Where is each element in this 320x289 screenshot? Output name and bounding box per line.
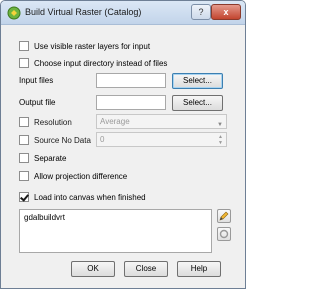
separate-checkbox[interactable] xyxy=(19,153,29,163)
source-nodata-spinbox[interactable]: 0 ▲ ▼ xyxy=(96,132,227,147)
input-files-label: Input files xyxy=(19,76,54,85)
command-textarea[interactable]: gdalbuildvrt xyxy=(19,209,212,253)
title-close-button[interactable]: x xyxy=(211,4,241,20)
output-file-label: Output file xyxy=(19,98,56,107)
allow-projection-label: Allow projection difference xyxy=(34,171,128,181)
use-visible-layers-row[interactable]: Use visible raster layers for input xyxy=(19,39,150,53)
source-nodata-checkbox[interactable] xyxy=(19,135,29,145)
load-canvas-checkbox[interactable] xyxy=(19,192,29,202)
source-nodata-row[interactable]: Source No Data xyxy=(19,133,91,147)
spinner-arrows-icon: ▲ ▼ xyxy=(218,134,223,146)
use-visible-layers-label: Use visible raster layers for input xyxy=(34,41,151,51)
chevron-down-icon: ▼ xyxy=(217,122,223,128)
title-bar[interactable]: Build Virtual Raster (Catalog) ? x xyxy=(1,1,245,25)
ok-button[interactable]: OK xyxy=(71,261,115,277)
choose-directory-label: Choose input directory instead of files xyxy=(34,58,168,68)
output-select-button[interactable]: Select... xyxy=(172,95,223,111)
load-canvas-row[interactable]: Load into canvas when finished xyxy=(19,190,146,204)
title-help-button[interactable]: ? xyxy=(191,4,211,20)
allow-projection-row[interactable]: Allow projection difference xyxy=(19,169,127,183)
help-button[interactable]: Help xyxy=(177,261,221,277)
load-canvas-label: Load into canvas when finished xyxy=(34,192,146,202)
use-visible-layers-checkbox[interactable] xyxy=(19,41,29,51)
edit-command-button[interactable] xyxy=(217,209,231,223)
window-title: Build Virtual Raster (Catalog) xyxy=(25,7,142,17)
input-files-field[interactable] xyxy=(96,73,166,88)
resolution-value: Average xyxy=(100,117,130,126)
pencil-icon xyxy=(219,211,229,221)
reset-icon xyxy=(219,229,229,239)
allow-projection-checkbox[interactable] xyxy=(19,171,29,181)
choose-directory-checkbox[interactable] xyxy=(19,58,29,68)
input-select-button[interactable]: Select... xyxy=(172,73,223,89)
dialog-window: Build Virtual Raster (Catalog) ? x Use v… xyxy=(0,0,246,289)
separate-label: Separate xyxy=(34,153,67,163)
reset-command-button[interactable] xyxy=(217,227,231,241)
resolution-select[interactable]: Average ▼ xyxy=(96,114,227,129)
output-file-field[interactable] xyxy=(96,95,166,110)
source-nodata-label: Source No Data xyxy=(34,135,91,145)
resolution-checkbox[interactable] xyxy=(19,117,29,127)
resolution-row[interactable]: Resolution xyxy=(19,115,72,129)
choose-directory-row[interactable]: Choose input directory instead of files xyxy=(19,56,167,70)
close-button[interactable]: Close xyxy=(124,261,168,277)
source-nodata-value: 0 xyxy=(100,135,105,144)
qgis-icon xyxy=(7,6,21,20)
resolution-label: Resolution xyxy=(34,117,72,127)
separate-row[interactable]: Separate xyxy=(19,151,66,165)
